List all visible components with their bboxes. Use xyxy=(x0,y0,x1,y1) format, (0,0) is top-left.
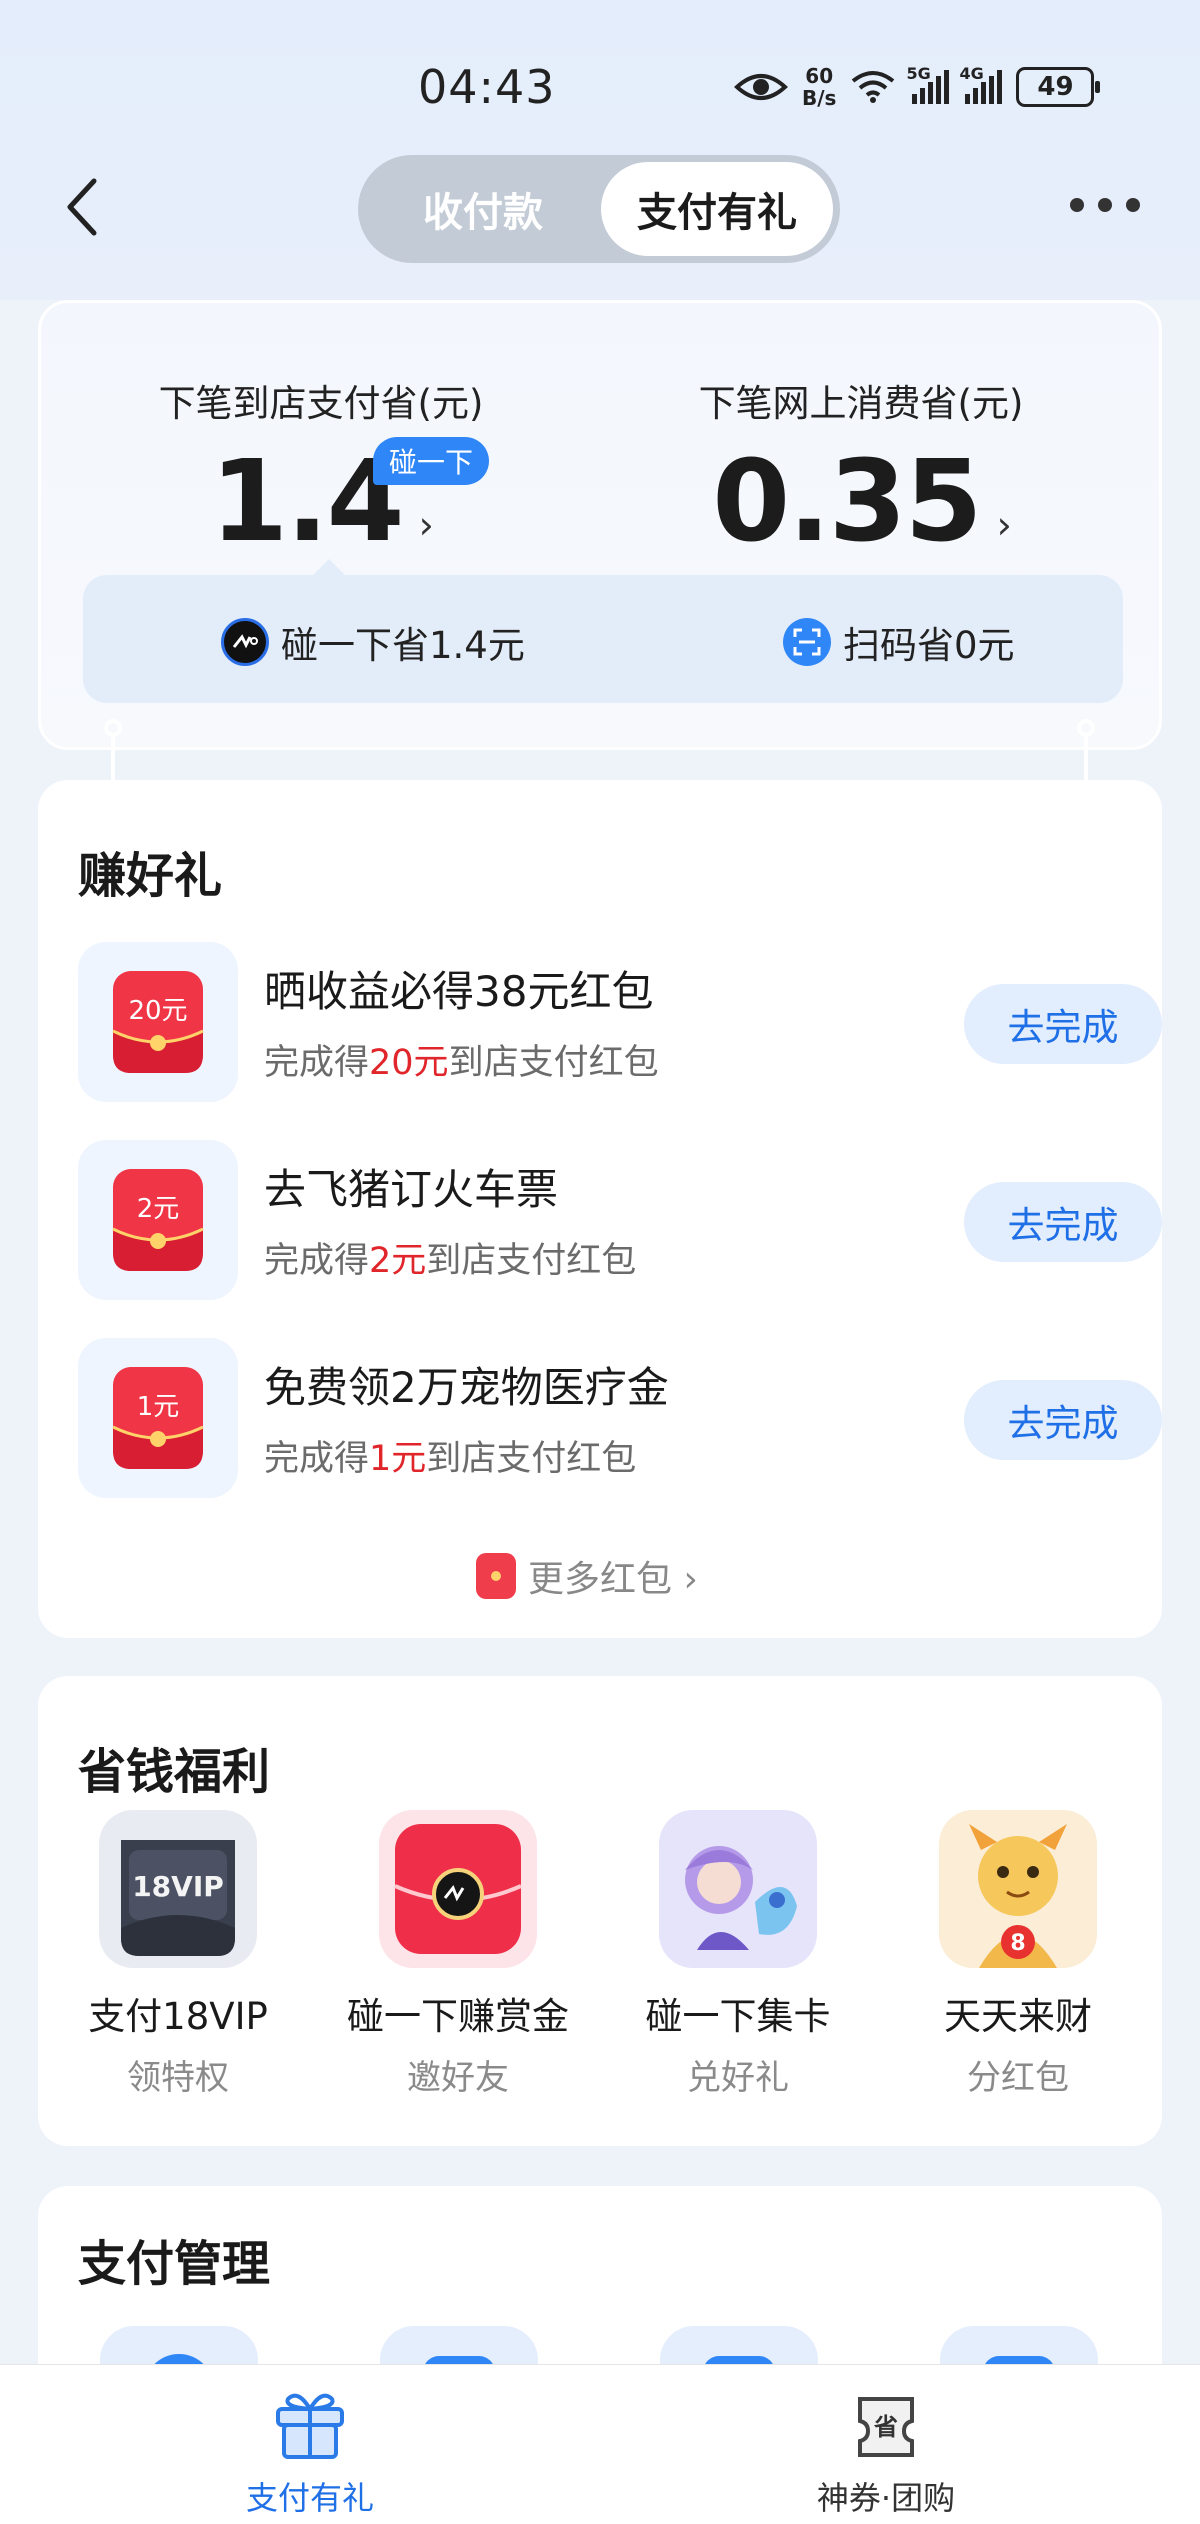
task-item: 1元 免费领2万宠物医疗金 完成得1元到店支付红包 去完成 xyxy=(78,1338,1162,1498)
more-button[interactable] xyxy=(1070,190,1140,220)
vip-icon: 18VIP xyxy=(99,1810,257,1968)
scan-saving: 扫码省0元 xyxy=(783,615,1015,669)
complete-task-button[interactable]: 去完成 xyxy=(964,1182,1162,1262)
wifi-icon xyxy=(852,71,895,103)
nav-pay-rewards[interactable]: 支付有礼 xyxy=(160,2385,460,2519)
bump-bounty-icon xyxy=(379,1810,537,1968)
svg-text:20元: 20元 xyxy=(128,996,187,1026)
redpack-icon: 2元 xyxy=(78,1140,238,1300)
chevron-right-icon: › xyxy=(418,503,434,547)
bottom-navigation: 支付有礼 省 神券·团购 xyxy=(0,2364,1200,2524)
in-store-savings-label: 下笔到店支付省(元) xyxy=(158,382,484,425)
benefit-title: 碰一下赚赏金 xyxy=(347,1995,569,2038)
nav-coupons-groupbuy[interactable]: 省 神券·团购 xyxy=(736,2385,1036,2519)
nfc-pay-icon xyxy=(221,618,269,666)
benefit-sub: 分红包 xyxy=(967,2058,1069,2098)
benefit-sub: 兑好礼 xyxy=(687,2058,789,2098)
coupon-icon: 省 xyxy=(858,2397,914,2457)
back-button[interactable] xyxy=(52,172,112,242)
bump-saving: 碰一下省1.4元 xyxy=(221,615,525,669)
net-speed-unit: B/s xyxy=(802,86,837,110)
svg-text:8: 8 xyxy=(1010,1931,1025,1956)
tab-pay-rewards[interactable]: 支付有礼 xyxy=(601,162,833,256)
task-desc: 完成得1元到店支付红包 xyxy=(264,1439,637,1479)
status-time: 04:43 xyxy=(418,60,556,114)
signal-label: 5G xyxy=(906,64,931,83)
tab-receive-pay[interactable]: 收付款 xyxy=(365,162,601,256)
redpack-icon: 20元 xyxy=(78,942,238,1102)
benefit-title: 碰一下集卡 xyxy=(645,1995,831,2038)
bump-tag: 碰一下 xyxy=(373,437,490,485)
signal-label: 4G xyxy=(959,64,984,83)
benefit-item[interactable]: 8 天天来财 分红包 xyxy=(878,1810,1158,2099)
payment-management-title: 支付管理 xyxy=(78,2236,271,2292)
signal-icon: 4G xyxy=(959,64,1003,104)
savings-card: 下笔到店支付省(元) 1.4 › 碰一下 下笔网上消费省(元) 0.35 › 碰一下… xyxy=(38,300,1162,750)
benefits-title: 省钱福利 xyxy=(78,1744,271,1800)
segmented-tabs: 收付款 支付有礼 xyxy=(358,155,840,263)
savings-breakdown: 碰一下省1.4元 扫码省0元 xyxy=(83,559,1123,703)
online-savings[interactable]: 下笔网上消费省(元) 0.35 › xyxy=(681,373,1041,567)
benefit-item[interactable]: 碰一下集卡 兑好礼 xyxy=(598,1810,878,2099)
task-title: 免费领2万宠物医疗金 xyxy=(264,1363,669,1412)
redpack-icon xyxy=(476,1553,516,1599)
svg-text:18VIP: 18VIP xyxy=(132,1870,224,1903)
battery-icon: 49 xyxy=(1016,67,1101,107)
benefit-item[interactable]: 碰一下赚赏金 邀好友 xyxy=(318,1810,598,2099)
benefit-title: 天天来财 xyxy=(944,1995,1092,2038)
chevron-left-icon xyxy=(67,178,97,236)
task-item: 20元 晒收益必得38元红包 完成得20元到店支付红包 去完成 xyxy=(78,942,1162,1102)
svg-text:2元: 2元 xyxy=(137,1194,180,1224)
card-collect-icon xyxy=(659,1810,817,1968)
online-savings-label: 下笔网上消费省(元) xyxy=(698,382,1024,425)
task-title: 晒收益必得38元红包 xyxy=(264,967,654,1016)
benefit-sub: 邀好友 xyxy=(407,2058,509,2098)
gift-icon xyxy=(276,2393,344,2459)
online-savings-value: 0.35 › xyxy=(712,437,1012,567)
net-speed-value: 60 xyxy=(805,64,834,88)
benefit-sub: 领特权 xyxy=(127,2058,229,2098)
battery-level: 49 xyxy=(1037,72,1074,102)
task-desc: 完成得2元到店支付红包 xyxy=(264,1241,637,1281)
more-redpacks-label: 更多红包 › xyxy=(528,1559,698,1600)
bump-saving-text: 碰一下省1.4元 xyxy=(281,624,525,667)
more-redpacks-link[interactable]: 更多红包 › xyxy=(476,1550,698,1602)
svg-text:省: 省 xyxy=(873,2413,898,2441)
nav-coupons-groupbuy-label: 神券·团购 xyxy=(816,2479,956,2517)
status-icons: 60 B/s 5G 4G 49 xyxy=(734,62,1101,112)
chevron-right-icon: › xyxy=(996,503,1012,547)
benefits-panel: 省钱福利 18VIP 支付18VIP 领特权 碰一下赚赏金 邀好友 碰一下集卡 … xyxy=(38,1676,1162,2146)
redpack-icon: 1元 xyxy=(78,1338,238,1498)
net-speed: 60 B/s xyxy=(802,65,836,109)
earn-rewards-title: 赚好礼 xyxy=(78,848,223,904)
svg-text:1元: 1元 xyxy=(137,1392,180,1422)
complete-task-button[interactable]: 去完成 xyxy=(964,984,1162,1064)
signal-icon: 5G xyxy=(906,64,950,104)
task-desc: 完成得20元到店支付红包 xyxy=(264,1043,659,1083)
more-horizontal-icon xyxy=(1070,198,1084,212)
earn-rewards-panel: 赚好礼 20元 晒收益必得38元红包 完成得20元到店支付红包 去完成 2元 去… xyxy=(38,780,1162,1638)
nav-pay-rewards-label: 支付有礼 xyxy=(245,2479,374,2517)
status-bar: 04:43 60 B/s 5G 4G 49 xyxy=(0,0,1200,170)
eye-icon xyxy=(734,74,788,100)
scan-icon xyxy=(783,618,831,666)
benefit-title: 支付18VIP xyxy=(88,1995,268,2038)
complete-task-button[interactable]: 去完成 xyxy=(964,1380,1162,1460)
task-item: 2元 去飞猪订火车票 完成得2元到店支付红包 去完成 xyxy=(78,1140,1162,1300)
scan-saving-text: 扫码省0元 xyxy=(843,624,1015,667)
dragon-icon: 8 xyxy=(939,1810,1097,1968)
task-title: 去飞猪订火车票 xyxy=(264,1165,559,1214)
benefit-item[interactable]: 18VIP 支付18VIP 领特权 xyxy=(38,1810,318,2099)
